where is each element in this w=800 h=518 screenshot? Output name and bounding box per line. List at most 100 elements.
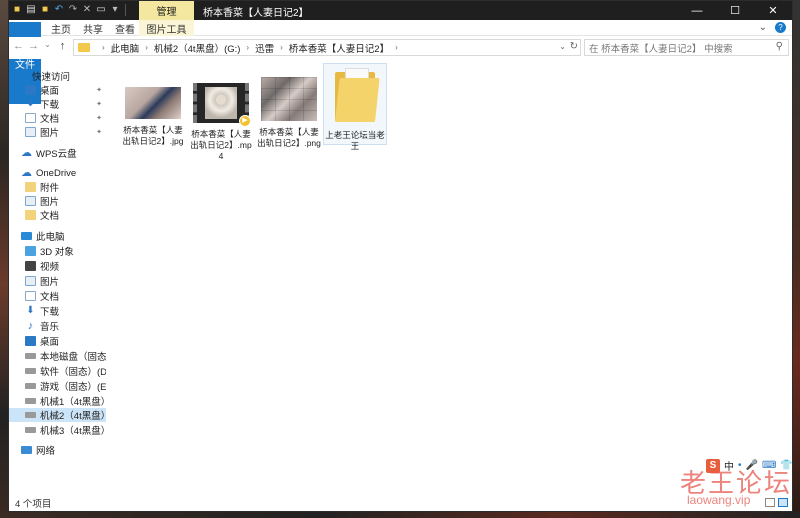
- breadcrumb-xunlei[interactable]: 迅雷: [255, 41, 274, 55]
- ribbon-tabs: 文件 主页 共享 查看 图片工具 ⌄ ?: [9, 20, 792, 104]
- folder-icon[interactable]: ■: [11, 3, 23, 16]
- video-thumbnail: ▶: [193, 83, 251, 127]
- breadcrumb-current-folder[interactable]: 桥本香菜【人妻日记2】: [289, 41, 389, 55]
- file-item-mp4[interactable]: ▶ 桥本香菜【人妻出轨日记2】.mp4: [189, 63, 253, 161]
- address-dropdown-icon[interactable]: ⌄: [559, 42, 566, 51]
- cloud-icon: ☁: [21, 147, 32, 159]
- nav-label: 软件（固态）(D:): [40, 367, 106, 378]
- download-icon: ⬇: [26, 305, 35, 316]
- nav-item-pictures[interactable]: 图片 ✦: [9, 125, 106, 139]
- tab-share[interactable]: 共享: [81, 20, 105, 36]
- status-bar: 4 个项目: [9, 495, 792, 511]
- file-explorer-window: ■ ▤ ■ ↶ ↷ ✕ ▭ ▾ 管理 桥本香菜【人妻日记2】 — ☐ ✕ 文件 …: [8, 0, 793, 512]
- maximize-button[interactable]: ☐: [716, 1, 754, 20]
- delete-icon[interactable]: ✕: [81, 3, 93, 16]
- search-placeholder: 在 桥本香菜【人妻日记2】 中搜索: [589, 43, 733, 55]
- nav-item-drive-f[interactable]: 机械1（4t黑盘）(F: [9, 394, 106, 408]
- folder-icon: [335, 68, 380, 124]
- chevron-right-icon[interactable]: ›: [246, 43, 249, 52]
- chevron-right-icon[interactable]: ›: [395, 43, 398, 52]
- search-input[interactable]: 在 桥本香菜【人妻日记2】 中搜索 ⚲: [584, 39, 789, 56]
- picture-icon: [25, 276, 36, 286]
- nav-label: 此电脑: [36, 232, 65, 243]
- manage-tab[interactable]: 管理: [139, 1, 194, 20]
- chevron-right-icon[interactable]: ›: [280, 43, 283, 52]
- drive-icon: [25, 353, 36, 359]
- file-item-png[interactable]: 桥本香菜【人妻出轨日记2】.png: [257, 63, 321, 148]
- nav-label: 音乐: [40, 322, 60, 333]
- nav-quick-access[interactable]: ★ 快速访问: [9, 69, 106, 84]
- forward-button[interactable]: →: [28, 40, 39, 52]
- refresh-button[interactable]: ↻: [570, 41, 578, 52]
- nav-item-drive-e[interactable]: 游戏（固态）(E:): [9, 379, 106, 393]
- nav-item-onedrive[interactable]: ☁ OneDrive: [9, 166, 106, 180]
- image-thumbnail: [125, 87, 181, 119]
- computer-icon: [21, 232, 32, 240]
- nav-label: 图片: [40, 128, 60, 139]
- nav-item-videos[interactable]: 视频: [9, 259, 106, 273]
- new-folder-icon[interactable]: ■: [39, 3, 51, 16]
- nav-item-pc-downloads[interactable]: ⬇ 下载: [9, 304, 106, 319]
- nav-item-pc-desktop[interactable]: 桌面: [9, 334, 106, 348]
- nav-item-onedrive-pictures[interactable]: 图片: [9, 194, 106, 208]
- tab-picture-tools[interactable]: 图片工具: [139, 20, 194, 36]
- rename-icon[interactable]: ▭: [95, 3, 107, 16]
- nav-item-drive-d[interactable]: 软件（固态）(D:): [9, 364, 106, 378]
- redo-icon[interactable]: ↷: [67, 3, 79, 16]
- breadcrumb-this-pc[interactable]: 此电脑: [111, 41, 140, 55]
- nav-item-3d-objects[interactable]: 3D 对象: [9, 244, 106, 258]
- pin-icon: ✦: [96, 101, 102, 108]
- expand-ribbon-icon[interactable]: ⌄: [759, 22, 767, 33]
- drive-icon: [25, 412, 36, 418]
- tab-view[interactable]: 查看: [113, 20, 137, 36]
- desktop-icon: [25, 336, 36, 346]
- customize-toolbar-icon[interactable]: ▾: [109, 3, 121, 16]
- folder-item[interactable]: 上老王论坛当老王: [323, 63, 387, 151]
- video-frame: [205, 87, 237, 119]
- up-button[interactable]: ↑: [58, 40, 67, 52]
- navigation-row: ← → ⌄ ↑ › 此电脑 › 机械2（4t黑盘）(G:) › 迅雷 › 桥本香菜【人…: [9, 37, 792, 59]
- file-list: 桥本香菜【人妻出轨日记2】.jpg ▶ 桥本香菜【人妻出轨日记2】.mp4 桥本…: [113, 61, 794, 497]
- undo-icon[interactable]: ↶: [53, 3, 65, 16]
- nav-item-network[interactable]: 网络: [9, 443, 106, 457]
- nav-item-drive-h[interactable]: 机械3（4t黑盘）(H: [9, 423, 106, 437]
- nav-item-drive-g[interactable]: 机械2（4t黑盘）(G: [9, 408, 106, 422]
- nav-item-drive-c[interactable]: 本地磁盘（固态）(: [9, 349, 106, 363]
- minimize-button[interactable]: —: [678, 1, 716, 20]
- nav-item-desktop[interactable]: 桌面 ✦: [9, 83, 106, 97]
- close-button[interactable]: ✕: [754, 1, 792, 20]
- nav-item-this-pc[interactable]: 此电脑: [9, 229, 106, 243]
- nav-item-attachments[interactable]: 附件: [9, 180, 106, 194]
- nav-item-onedrive-documents[interactable]: 文档: [9, 208, 106, 222]
- nav-item-documents[interactable]: 文档 ✦: [9, 111, 106, 125]
- nav-label: OneDrive: [36, 167, 77, 179]
- nav-item-downloads[interactable]: ⬇ 下载 ✦: [9, 97, 106, 112]
- search-icon: ⚲: [775, 41, 783, 52]
- nav-item-wps-cloud[interactable]: ☁ WPS云盘: [9, 146, 106, 161]
- recent-locations-button[interactable]: ⌄: [43, 40, 52, 52]
- chevron-right-icon[interactable]: ›: [102, 43, 105, 52]
- nav-item-pc-pictures[interactable]: 图片: [9, 274, 106, 288]
- chevron-right-icon[interactable]: ›: [145, 43, 148, 52]
- quick-access-toolbar: ■ ▤ ■ ↶ ↷ ✕ ▭ ▾: [11, 3, 128, 16]
- properties-icon[interactable]: ▤: [25, 3, 37, 16]
- nav-label: WPS云盘: [36, 149, 77, 160]
- download-icon: ⬇: [26, 98, 35, 109]
- nav-label: 下载: [40, 100, 60, 111]
- nav-item-music[interactable]: ♪ 音乐: [9, 319, 106, 334]
- breadcrumb-drive-g[interactable]: 机械2（4t黑盘）(G:): [154, 41, 241, 55]
- tab-home[interactable]: 主页: [49, 20, 73, 36]
- cube-icon: [25, 246, 36, 256]
- help-icon[interactable]: ?: [775, 22, 786, 33]
- folder-icon: [25, 210, 36, 220]
- nav-item-pc-documents[interactable]: 文档: [9, 289, 106, 303]
- window-controls: — ☐ ✕: [678, 1, 792, 20]
- pin-icon: ✦: [96, 129, 102, 136]
- address-bar[interactable]: › 此电脑 › 机械2（4t黑盘）(G:) › 迅雷 › 桥本香菜【人妻日记2】 › ⌄…: [73, 39, 581, 56]
- drive-icon: [25, 368, 36, 374]
- back-button[interactable]: ←: [13, 40, 24, 52]
- nav-label: 桌面: [40, 337, 60, 348]
- file-item-jpg[interactable]: 桥本香菜【人妻出轨日记2】.jpg: [121, 63, 185, 146]
- window-title: 桥本香菜【人妻日记2】: [203, 8, 309, 19]
- file-name: 桥本香菜【人妻出轨日记2】.jpg: [122, 125, 184, 146]
